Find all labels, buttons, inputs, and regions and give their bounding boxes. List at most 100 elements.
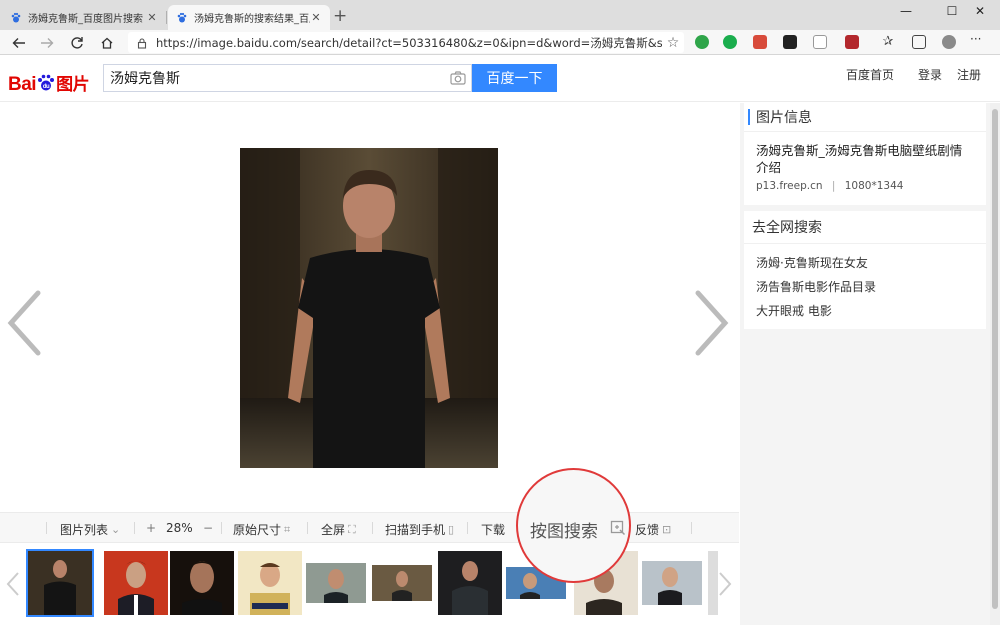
download-label: 下载 bbox=[481, 523, 506, 537]
red-extension-icon[interactable] bbox=[753, 35, 767, 49]
thumbnail[interactable] bbox=[26, 549, 94, 617]
new-tab-button[interactable]: + bbox=[333, 7, 347, 25]
scrollbar-thumb[interactable] bbox=[992, 109, 998, 609]
thumbnail[interactable] bbox=[104, 551, 168, 615]
page-scrollbar[interactable] bbox=[990, 103, 1000, 625]
web-search-title: 去全网搜索 bbox=[752, 220, 822, 236]
image-list-button[interactable]: 图片列表 ⌄ bbox=[60, 521, 120, 538]
thumbnail[interactable] bbox=[370, 551, 434, 615]
thumbnail-image bbox=[238, 551, 302, 615]
tab-close-icon[interactable]: ✕ bbox=[310, 11, 322, 24]
fullscreen-button[interactable]: 全屏 ⛶ bbox=[321, 521, 356, 538]
thumbnail[interactable] bbox=[304, 551, 368, 615]
feedback-button[interactable]: 反馈 ⊡ bbox=[635, 521, 671, 538]
forward-button[interactable] bbox=[36, 33, 58, 53]
camera-search-button[interactable] bbox=[445, 65, 471, 91]
lock-icon bbox=[137, 37, 147, 49]
zoom-out-button[interactable]: − bbox=[203, 521, 213, 535]
tab-strip: 汤姆克鲁斯_百度图片搜索 ✕ 汤姆克鲁斯的搜索结果_百度图片 ✕ + — ☐ ✕ bbox=[0, 0, 1000, 30]
thumbnail-image bbox=[104, 551, 168, 615]
toolbar-divider bbox=[372, 522, 373, 534]
image-description-link[interactable]: 汤姆克鲁斯_汤姆克鲁斯电脑壁纸剧情介绍 bbox=[744, 132, 986, 176]
green-circle-extension-icon[interactable] bbox=[723, 35, 737, 49]
toolbar-divider bbox=[307, 522, 308, 534]
home-icon bbox=[101, 37, 113, 49]
search-button[interactable]: 百度一下 bbox=[472, 64, 557, 92]
image-info-title: 图片信息 bbox=[748, 109, 986, 126]
original-size-icon: ⌗ bbox=[284, 522, 291, 536]
search-by-image-button[interactable]: 按图搜索 bbox=[518, 514, 629, 545]
refresh-button[interactable] bbox=[66, 33, 88, 53]
phone-icon: ▯ bbox=[448, 523, 455, 536]
close-window-button[interactable]: ✕ bbox=[960, 0, 1000, 22]
tab-divider bbox=[166, 11, 167, 24]
more-menu-button[interactable]: ··· bbox=[970, 32, 992, 46]
paw-logo-icon: du bbox=[38, 74, 55, 91]
feedback-icon: ⊡ bbox=[662, 523, 672, 536]
next-image-arrow[interactable] bbox=[692, 288, 732, 358]
search-image-icon bbox=[610, 520, 626, 536]
thumbnail-partial[interactable] bbox=[708, 551, 718, 615]
image-dimensions: 1080*1344 bbox=[844, 180, 904, 192]
related-search-link[interactable]: 大开眼戒 电影 bbox=[744, 298, 986, 322]
back-button[interactable] bbox=[8, 33, 30, 53]
camera-icon bbox=[450, 71, 466, 85]
image-meta: p13.freep.cn | 1080*1344 bbox=[744, 176, 986, 202]
strip-prev-arrow[interactable] bbox=[6, 571, 20, 597]
shield-extension-icon[interactable] bbox=[813, 35, 827, 49]
search-by-image-highlight: 按图搜索 bbox=[516, 468, 631, 583]
thumbnail[interactable] bbox=[170, 551, 234, 615]
tab-title: 汤姆克鲁斯_百度图片搜索 bbox=[28, 14, 143, 25]
profile-avatar[interactable] bbox=[942, 35, 956, 49]
register-link[interactable]: 注册 bbox=[957, 66, 981, 83]
thumbnail-image bbox=[370, 551, 434, 615]
zoom-level: 28% bbox=[166, 521, 193, 535]
tab-baidu-image-search[interactable]: 汤姆克鲁斯_百度图片搜索 ✕ bbox=[2, 5, 166, 30]
thumbnail-image bbox=[640, 551, 704, 615]
search-by-image-label: 按图搜索 bbox=[530, 522, 598, 542]
search-input[interactable] bbox=[110, 70, 445, 86]
thumbnail[interactable] bbox=[438, 551, 502, 615]
url-text: https://image.baidu.com/search/detail?ct… bbox=[156, 35, 662, 50]
zoom-in-button[interactable]: + bbox=[146, 521, 156, 535]
previous-image-arrow[interactable] bbox=[4, 288, 44, 358]
evernote-extension-icon[interactable] bbox=[695, 35, 709, 49]
right-sidebar: 图片信息 汤姆克鲁斯_汤姆克鲁斯电脑壁纸剧情介绍 p13.freep.cn | … bbox=[740, 103, 1000, 625]
forward-arrow-icon bbox=[41, 38, 54, 48]
tab-close-icon[interactable]: ✕ bbox=[146, 11, 158, 24]
baidu-home-link[interactable]: 百度首页 bbox=[846, 66, 894, 83]
favorite-star-icon[interactable]: ☆ bbox=[662, 35, 684, 51]
baidu-image-logo[interactable]: Bai du 图片 bbox=[8, 64, 96, 95]
tab-title: 汤姆克鲁斯的搜索结果_百度图片 bbox=[194, 14, 310, 25]
image-source[interactable]: p13.freep.cn bbox=[756, 180, 823, 192]
related-search-link[interactable]: 汤告鲁斯电影作品目录 bbox=[744, 274, 986, 298]
related-search-link[interactable]: 汤姆·克鲁斯现在女友 bbox=[744, 250, 986, 274]
logo-text: Bai du 图片 bbox=[8, 74, 90, 95]
url-field[interactable]: https://image.baidu.com/search/detail?ct… bbox=[128, 32, 684, 53]
feedback-label: 反馈 bbox=[635, 523, 660, 537]
portrait-photo bbox=[240, 148, 498, 468]
thumbnail[interactable] bbox=[238, 551, 302, 615]
favorites-icon[interactable]: ✰ bbox=[881, 35, 895, 49]
minimize-button[interactable]: — bbox=[886, 0, 926, 22]
fullscreen-label: 全屏 bbox=[321, 523, 346, 537]
toolbar-divider bbox=[46, 522, 47, 534]
web-search-card: 去全网搜索 汤姆·克鲁斯现在女友 汤告鲁斯电影作品目录 大开眼戒 电影 bbox=[744, 211, 986, 329]
refresh-icon bbox=[71, 37, 83, 49]
collections-icon[interactable] bbox=[912, 35, 926, 49]
download-button[interactable]: 下载 bbox=[481, 521, 505, 538]
home-button[interactable] bbox=[96, 33, 118, 53]
red-shield-extension-icon[interactable] bbox=[845, 35, 859, 49]
thumbnail-image bbox=[708, 551, 718, 615]
scan-to-phone-button[interactable]: 扫描到手机 ▯ bbox=[385, 521, 454, 538]
thumbnail-image bbox=[438, 551, 502, 615]
login-link[interactable]: 登录 bbox=[918, 66, 942, 83]
dark-extension-icon[interactable] bbox=[783, 35, 797, 49]
toolbar-divider bbox=[467, 522, 468, 534]
main-image[interactable] bbox=[240, 148, 498, 468]
fullscreen-icon: ⛶ bbox=[348, 522, 356, 536]
strip-next-arrow[interactable] bbox=[718, 571, 732, 597]
original-size-button[interactable]: 原始尺寸 ⌗ bbox=[233, 521, 290, 538]
thumbnail[interactable] bbox=[640, 551, 704, 615]
tab-search-result[interactable]: 汤姆克鲁斯的搜索结果_百度图片 ✕ bbox=[168, 5, 330, 30]
